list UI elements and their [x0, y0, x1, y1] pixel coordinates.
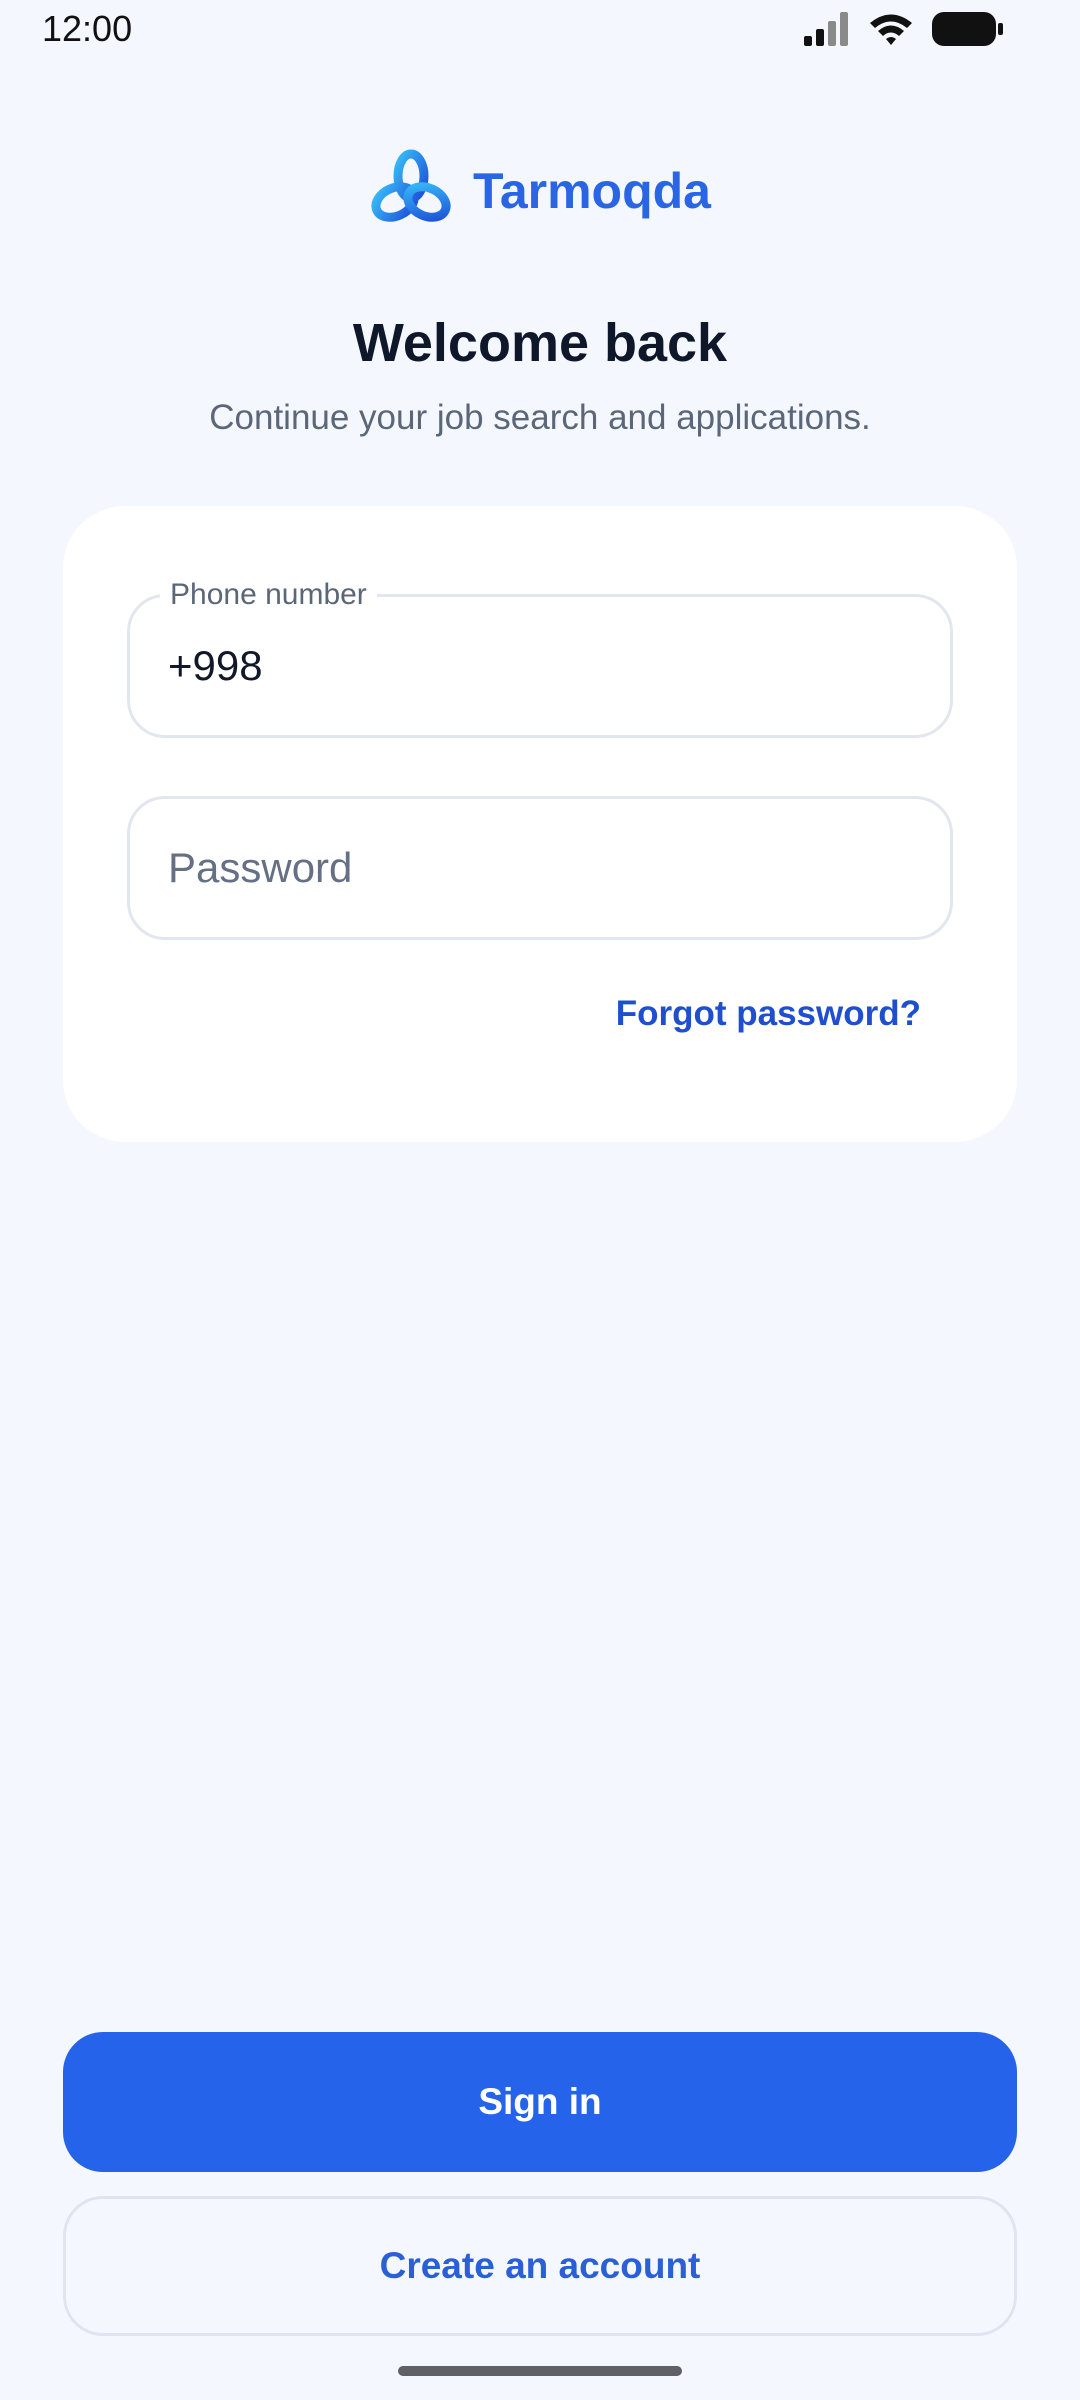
forgot-password-link[interactable]: Forgot password? — [616, 994, 921, 1034]
page-subtitle: Continue your job search and application… — [209, 398, 871, 437]
login-screen: 12:00 Tarmoqda Welcome back Continue you… — [0, 0, 1080, 2400]
battery-icon — [932, 12, 1004, 51]
status-bar: 12:00 — [0, 0, 1080, 60]
page-title: Welcome back — [352, 313, 728, 373]
password-field[interactable] — [127, 796, 953, 940]
create-account-button[interactable]: Create an account — [63, 2196, 1017, 2336]
trefoil-logo-icon — [369, 148, 453, 233]
wifi-icon — [868, 12, 914, 51]
status-icons — [804, 12, 1004, 51]
signal-icon — [804, 12, 850, 51]
login-card: Phone number Forgot password? — [63, 506, 1017, 1142]
brand: Tarmoqda — [0, 148, 1080, 233]
phone-field[interactable]: Phone number — [127, 575, 953, 738]
status-time: 12:00 — [42, 8, 133, 49]
home-indicator[interactable] — [398, 2366, 682, 2376]
phone-input[interactable] — [168, 597, 920, 735]
password-input[interactable] — [168, 799, 920, 937]
sign-in-button[interactable]: Sign in — [63, 2032, 1017, 2172]
brand-name: Tarmoqda — [473, 162, 711, 219]
